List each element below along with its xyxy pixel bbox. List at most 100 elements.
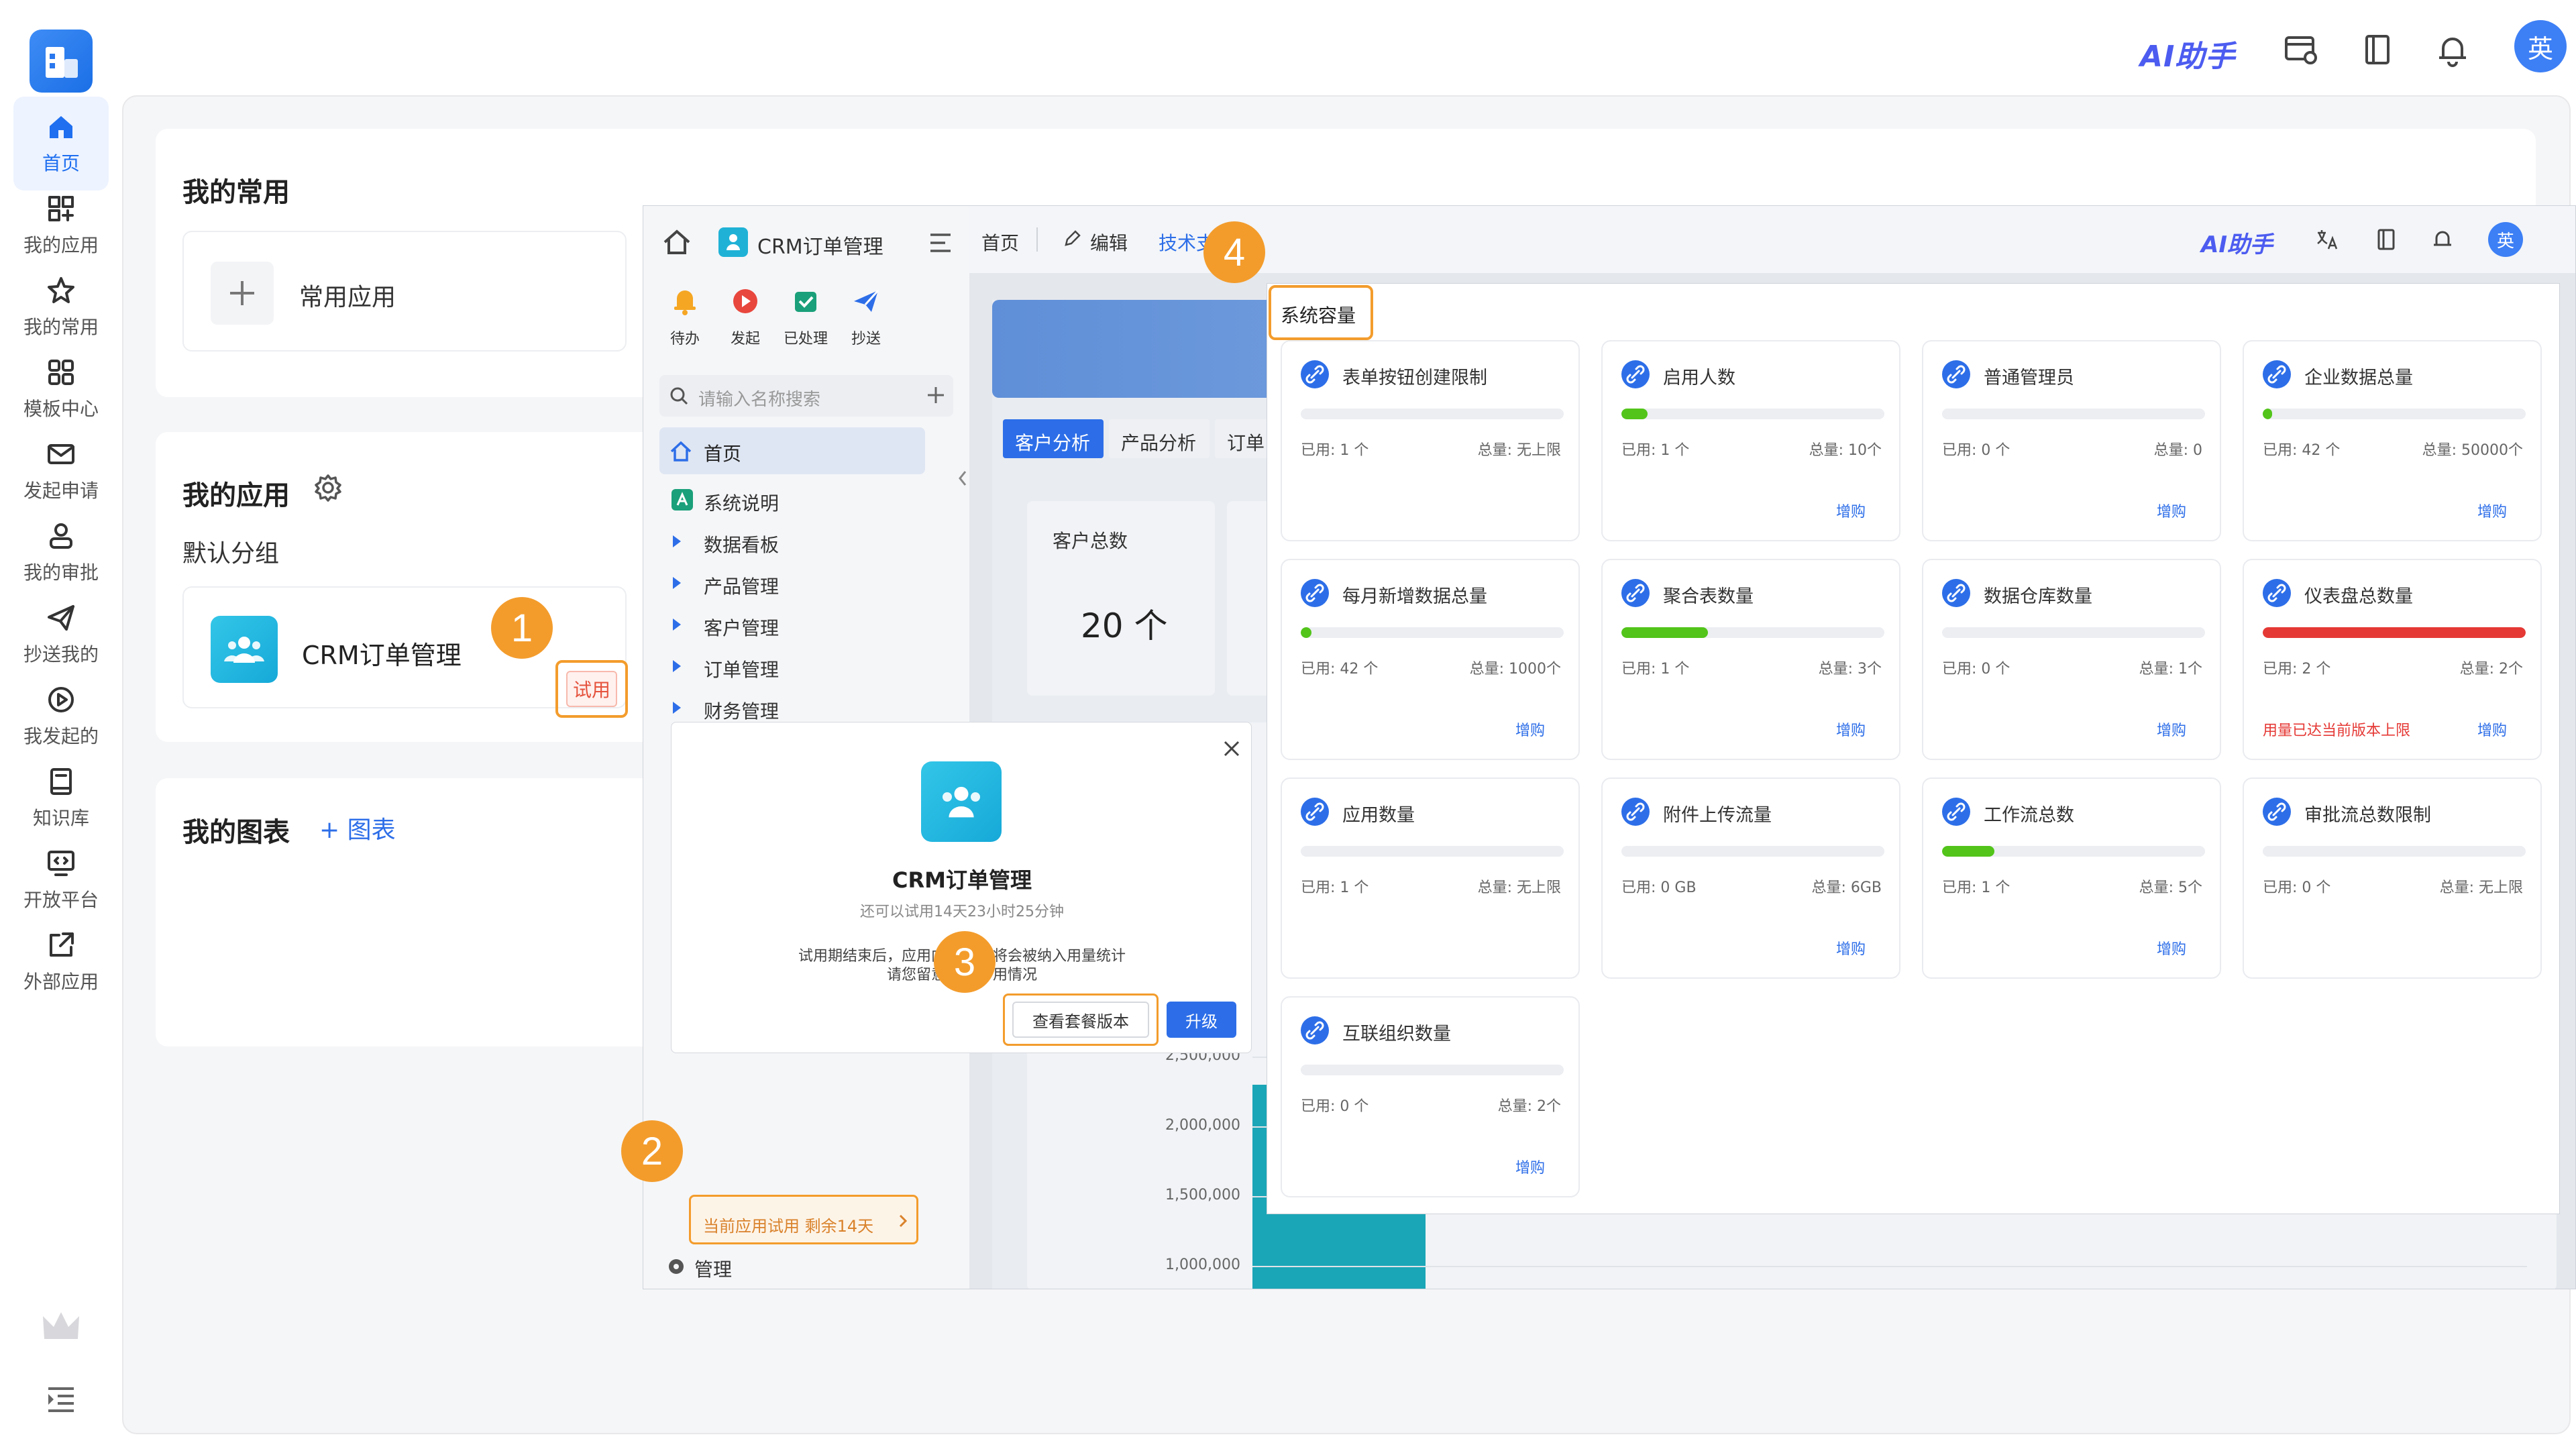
purchase-more-link[interactable]: 增购 bbox=[2157, 500, 2186, 521]
nav-item-5[interactable]: 发起申请 bbox=[13, 424, 109, 518]
crm-menu-item-2[interactable]: 数据看板 bbox=[659, 523, 941, 560]
crm-menu-item-6[interactable]: 财务管理 bbox=[659, 689, 941, 727]
quick-action-2[interactable]: 发起 bbox=[717, 286, 773, 354]
trial-dialog: CRM订单管理 还可以试用14天23小时25分钟 试用期结束后，应用内 将会被纳… bbox=[671, 722, 1252, 1053]
capacity-card: 表单按钮创建限制 已用: 1 个 总量: 无上限 bbox=[1281, 340, 1580, 541]
link-icon bbox=[1299, 578, 1330, 608]
nav-item-7[interactable]: 抄送我的 bbox=[13, 588, 109, 682]
link-icon bbox=[2261, 359, 2292, 390]
purchase-more-link[interactable]: 增购 bbox=[1836, 937, 1866, 959]
nav-item-11[interactable]: 外部应用 bbox=[13, 915, 109, 1009]
crm-ai-assistant-button[interactable]: AI助手 bbox=[2201, 226, 2273, 259]
capacity-card-title: 表单按钮创建限制 bbox=[1342, 368, 1487, 388]
link-icon bbox=[2261, 796, 2292, 827]
nav-item-9[interactable]: 知识库 bbox=[13, 751, 109, 845]
nav-item-1[interactable]: 首页 bbox=[13, 97, 109, 191]
manage-label[interactable]: 管理 bbox=[694, 1255, 732, 1282]
capacity-progress-fill bbox=[1942, 846, 1995, 857]
purchase-more-link[interactable]: 增购 bbox=[2477, 500, 2507, 521]
crm-menu-item-label: 客户管理 bbox=[704, 617, 780, 639]
capacity-used: 已用: 1 个 bbox=[1942, 879, 2010, 896]
callout-badge-3: 3 bbox=[934, 931, 996, 993]
purchase-more-link[interactable]: 增购 bbox=[2157, 937, 2186, 959]
capacity-used: 已用: 0 GB bbox=[1621, 879, 1697, 896]
capacity-card-title: 附件上传流量 bbox=[1663, 805, 1772, 826]
crm-breadcrumb-home[interactable]: 首页 bbox=[981, 229, 1019, 256]
collapse-menu-icon[interactable] bbox=[928, 231, 953, 254]
nav-item-label: 发起申请 bbox=[23, 480, 99, 502]
ai-assistant-button[interactable]: AI助手 bbox=[2140, 32, 2235, 75]
crm-search-placeholder: 请输入名称搜索 bbox=[698, 390, 821, 410]
crm-menu-home[interactable]: 首页 bbox=[659, 427, 925, 474]
purchase-more-link[interactable]: 增购 bbox=[2477, 718, 2507, 740]
crm-menu-item-4[interactable]: 客户管理 bbox=[659, 606, 941, 643]
caret-right-icon bbox=[673, 619, 681, 631]
upgrade-button[interactable]: 升级 bbox=[1167, 1002, 1236, 1038]
crm-menu-item-3[interactable]: 产品管理 bbox=[659, 564, 941, 602]
sidebar-collapse-handle[interactable] bbox=[956, 465, 969, 492]
capacity-card-title: 数据仓库数量 bbox=[1984, 586, 2092, 607]
nav-item-label: 我的审批 bbox=[23, 561, 99, 584]
quick-action-3[interactable]: 已处理 bbox=[777, 286, 834, 354]
nav-item-8[interactable]: 我发起的 bbox=[13, 669, 109, 763]
window-settings-icon[interactable] bbox=[2282, 31, 2320, 68]
mail-icon bbox=[46, 439, 76, 470]
capacity-card-title: 工作流总数 bbox=[1984, 805, 2074, 826]
customer-total-stat: 客户总数 20 个 bbox=[1027, 501, 1215, 696]
gear-icon[interactable] bbox=[667, 1258, 685, 1275]
nav-item-6[interactable]: 我的审批 bbox=[13, 506, 109, 600]
plus-icon[interactable] bbox=[925, 384, 947, 406]
link-icon bbox=[1620, 359, 1651, 390]
capacity-progress-track bbox=[1301, 627, 1564, 638]
view-plans-button[interactable]: 查看套餐版本 bbox=[1012, 1002, 1149, 1038]
home-icon[interactable] bbox=[662, 227, 692, 257]
capacity-used: 已用: 42 个 bbox=[2263, 442, 2341, 459]
trial-tag: 试用 bbox=[566, 671, 617, 707]
app-logo-icon[interactable] bbox=[30, 30, 93, 93]
nav-item-10[interactable]: 开放平台 bbox=[13, 833, 109, 927]
capacity-total: 总量: 2个 bbox=[2459, 661, 2523, 678]
crm-menu-item-1[interactable]: 系统说明 bbox=[659, 481, 941, 519]
chart-gridline bbox=[1252, 1266, 2527, 1267]
crm-edit-button[interactable]: 编辑 bbox=[1090, 229, 1128, 256]
capacity-card-title: 互联组织数量 bbox=[1342, 1024, 1451, 1044]
capacity-total: 总量: 无上限 bbox=[2439, 879, 2523, 896]
nav-item-2[interactable]: 我的应用 bbox=[13, 178, 109, 272]
purchase-more-link[interactable]: 增购 bbox=[1836, 718, 1866, 740]
caret-right-icon bbox=[673, 660, 681, 672]
nav-item-4[interactable]: 模板中心 bbox=[13, 342, 109, 436]
bell-icon[interactable] bbox=[2430, 227, 2455, 252]
tab-customer-analysis[interactable]: 客户分析 bbox=[1003, 419, 1104, 458]
link-icon bbox=[1620, 796, 1651, 827]
capacity-progress-fill bbox=[2263, 409, 2272, 419]
tab-product-analysis[interactable]: 产品分析 bbox=[1109, 419, 1210, 458]
book-icon[interactable] bbox=[2374, 227, 2398, 252]
capacity-used: 已用: 0 个 bbox=[1942, 661, 2010, 678]
user-avatar[interactable]: 英 bbox=[2514, 20, 2567, 72]
external-link-icon bbox=[46, 930, 76, 961]
quick-action-1[interactable]: 待办 bbox=[657, 286, 713, 354]
expand-menu-icon[interactable] bbox=[44, 1385, 78, 1414]
gear-icon[interactable] bbox=[313, 472, 343, 503]
capacity-progress-track bbox=[1301, 846, 1564, 857]
purchase-more-link[interactable]: 增购 bbox=[1515, 718, 1545, 740]
close-icon[interactable] bbox=[1222, 739, 1242, 759]
capacity-card-title: 企业数据总量 bbox=[2304, 368, 2413, 388]
add-chart-button[interactable]: + 图表 bbox=[319, 810, 396, 845]
capacity-progress-track bbox=[1942, 846, 2205, 857]
crm-search-box[interactable]: 请输入名称搜索 bbox=[659, 375, 953, 417]
translate-icon[interactable] bbox=[2315, 227, 2339, 252]
link-icon bbox=[1299, 796, 1330, 827]
crm-user-avatar[interactable]: 英 bbox=[2488, 222, 2523, 257]
crown-icon[interactable] bbox=[40, 1308, 82, 1344]
bell-icon[interactable] bbox=[2434, 31, 2471, 68]
trial-remaining-button[interactable]: 当前应用试用 剩余14天 bbox=[689, 1195, 918, 1244]
purchase-more-link[interactable]: 增购 bbox=[2157, 718, 2186, 740]
quick-action-4[interactable]: 抄送 bbox=[838, 286, 894, 354]
add-favorite-app-button[interactable]: 常用应用 bbox=[182, 231, 627, 352]
crm-menu-item-5[interactable]: 订单管理 bbox=[659, 647, 941, 685]
purchase-more-link[interactable]: 增购 bbox=[1836, 500, 1866, 521]
purchase-more-link[interactable]: 增购 bbox=[1515, 1156, 1545, 1177]
nav-item-3[interactable]: 我的常用 bbox=[13, 260, 109, 354]
book-icon[interactable] bbox=[2359, 31, 2396, 68]
